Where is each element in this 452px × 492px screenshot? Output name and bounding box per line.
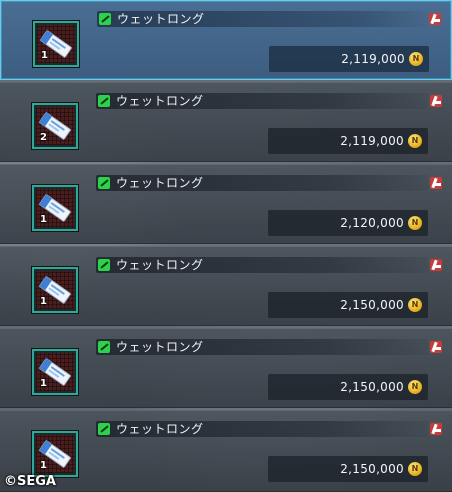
pin-icon[interactable] [430,177,442,189]
item-name: ウェットロング [116,422,204,436]
pin-icon[interactable] [430,95,442,107]
meseta-icon [408,380,422,394]
listing-row[interactable]: 1 ウェットロング 2,150,000 [0,410,452,492]
item-price: 2,150,000 [340,380,404,394]
listing-row[interactable]: 1 ウェットロング 2,150,000 [0,328,452,408]
item-icon-frame: 1 [32,267,78,313]
price-bar: 2,119,000 [268,128,428,154]
item-icon-frame: 1 [33,21,79,67]
meseta-icon [408,298,422,312]
pin-icon[interactable] [430,259,442,271]
copyright-notice: ©SEGA [4,474,56,489]
item-name-bar: ウェットロング [96,175,428,191]
item-name-bar: ウェットロング [97,11,429,27]
item-name: ウェットロング [116,94,204,108]
item-name: ウェットロング [116,258,204,272]
price-bar: 2,119,000 [269,46,429,72]
price-bar: 2,120,000 [268,210,428,236]
item-name: ウェットロング [117,12,205,26]
listing-row[interactable]: 1 ウェットロング 2,150,000 [0,246,452,326]
item-quantity: 1 [40,460,47,471]
meseta-icon [408,462,422,476]
item-icon-frame: 1 [32,349,78,395]
pin-icon[interactable] [429,13,441,25]
weapon-category-icon [98,259,110,271]
pin-icon[interactable] [430,423,442,435]
item-name-bar: ウェットロング [96,257,428,273]
item-quantity: 1 [41,50,48,61]
price-bar: 2,150,000 [268,374,428,400]
weapon-category-icon [98,423,110,435]
item-icon-frame: 2 [32,103,78,149]
weapon-category-icon [98,177,110,189]
item-name-bar: ウェットロング [96,339,428,355]
price-bar: 2,150,000 [268,456,428,482]
item-name-bar: ウェットロング [96,93,428,109]
weapon-category-icon [98,341,110,353]
meseta-icon [408,216,422,230]
listing-row[interactable]: 2 ウェットロング 2,119,000 [0,82,452,162]
price-bar: 2,150,000 [268,292,428,318]
listing-row[interactable]: 1 ウェットロング 2,119,000 [0,0,452,80]
listing-row[interactable]: 1 ウェットロング 2,120,000 [0,164,452,244]
item-icon-frame: 1 [32,185,78,231]
item-price: 2,119,000 [341,52,405,66]
item-name: ウェットロング [116,340,204,354]
item-name-bar: ウェットロング [96,421,428,437]
item-price: 2,120,000 [340,216,404,230]
meseta-icon [409,52,423,66]
item-icon-frame: 1 [32,431,78,477]
item-name: ウェットロング [116,176,204,190]
item-price: 2,119,000 [340,134,404,148]
weapon-category-icon [98,95,110,107]
item-quantity: 1 [40,296,47,307]
item-quantity: 1 [40,378,47,389]
listing-list: 1 ウェットロング 2,119,000 N 2 ウェットロング 2,119,00… [0,0,452,492]
item-price: 2,150,000 [340,462,404,476]
item-quantity: 2 [40,132,47,143]
weapon-category-icon [99,13,111,25]
item-quantity: 1 [40,214,47,225]
item-price: 2,150,000 [340,298,404,312]
pin-icon[interactable] [430,341,442,353]
meseta-icon [408,134,422,148]
